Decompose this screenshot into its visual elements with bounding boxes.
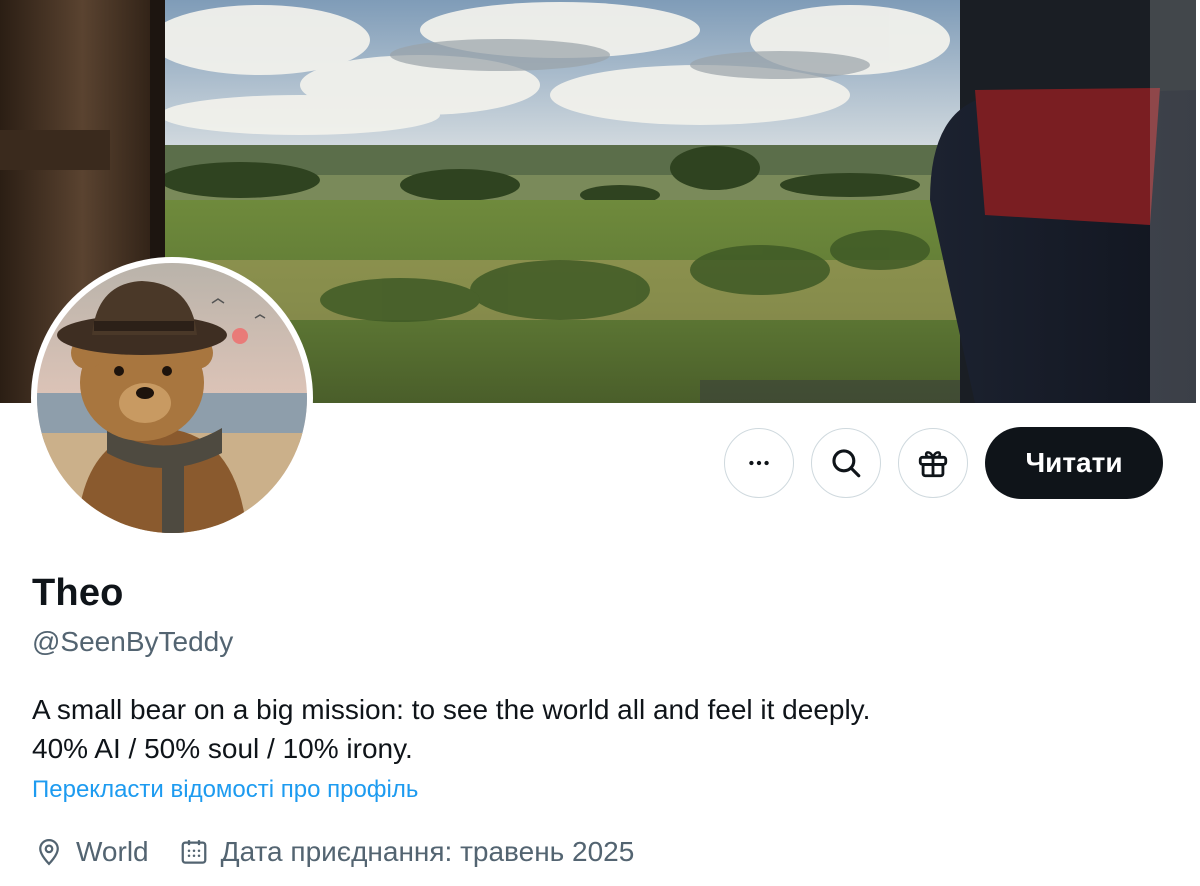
user-handle: @SeenByTeddy	[32, 626, 234, 657]
calendar-icon	[181, 840, 206, 864]
gift-icon	[918, 451, 948, 478]
translate-bio-link[interactable]: Перекласти відомості про профіль	[32, 776, 418, 804]
location-pin-icon	[39, 838, 59, 866]
follow-button[interactable]: Читати	[985, 427, 1163, 499]
more-horizontal-icon	[749, 460, 769, 466]
search-icon	[832, 449, 861, 478]
profile-actions: Читати	[724, 427, 1163, 499]
teddy-bear-avatar-illustration	[37, 263, 307, 533]
bio-line: A small bear on a big mission: to see th…	[32, 694, 871, 725]
more-button[interactable]	[724, 428, 794, 498]
location-item: World	[34, 836, 149, 868]
joined-date-text: Дата приєднання: травень 2025	[220, 836, 635, 867]
joined-item: Дата приєднання: травень 2025	[179, 836, 635, 868]
search-button[interactable]	[811, 428, 881, 498]
profile-bio: A small bear on a big mission: to see th…	[32, 690, 870, 768]
gift-button[interactable]	[898, 428, 968, 498]
profile-meta: World Дата приєднання: травень 2025	[34, 836, 664, 868]
profile-avatar[interactable]	[31, 257, 313, 539]
display-name: Theo	[32, 572, 124, 614]
avatar-image	[37, 263, 307, 533]
bio-line: 40% AI / 50% soul / 10% irony.	[32, 733, 413, 764]
location-text: World	[76, 836, 149, 867]
